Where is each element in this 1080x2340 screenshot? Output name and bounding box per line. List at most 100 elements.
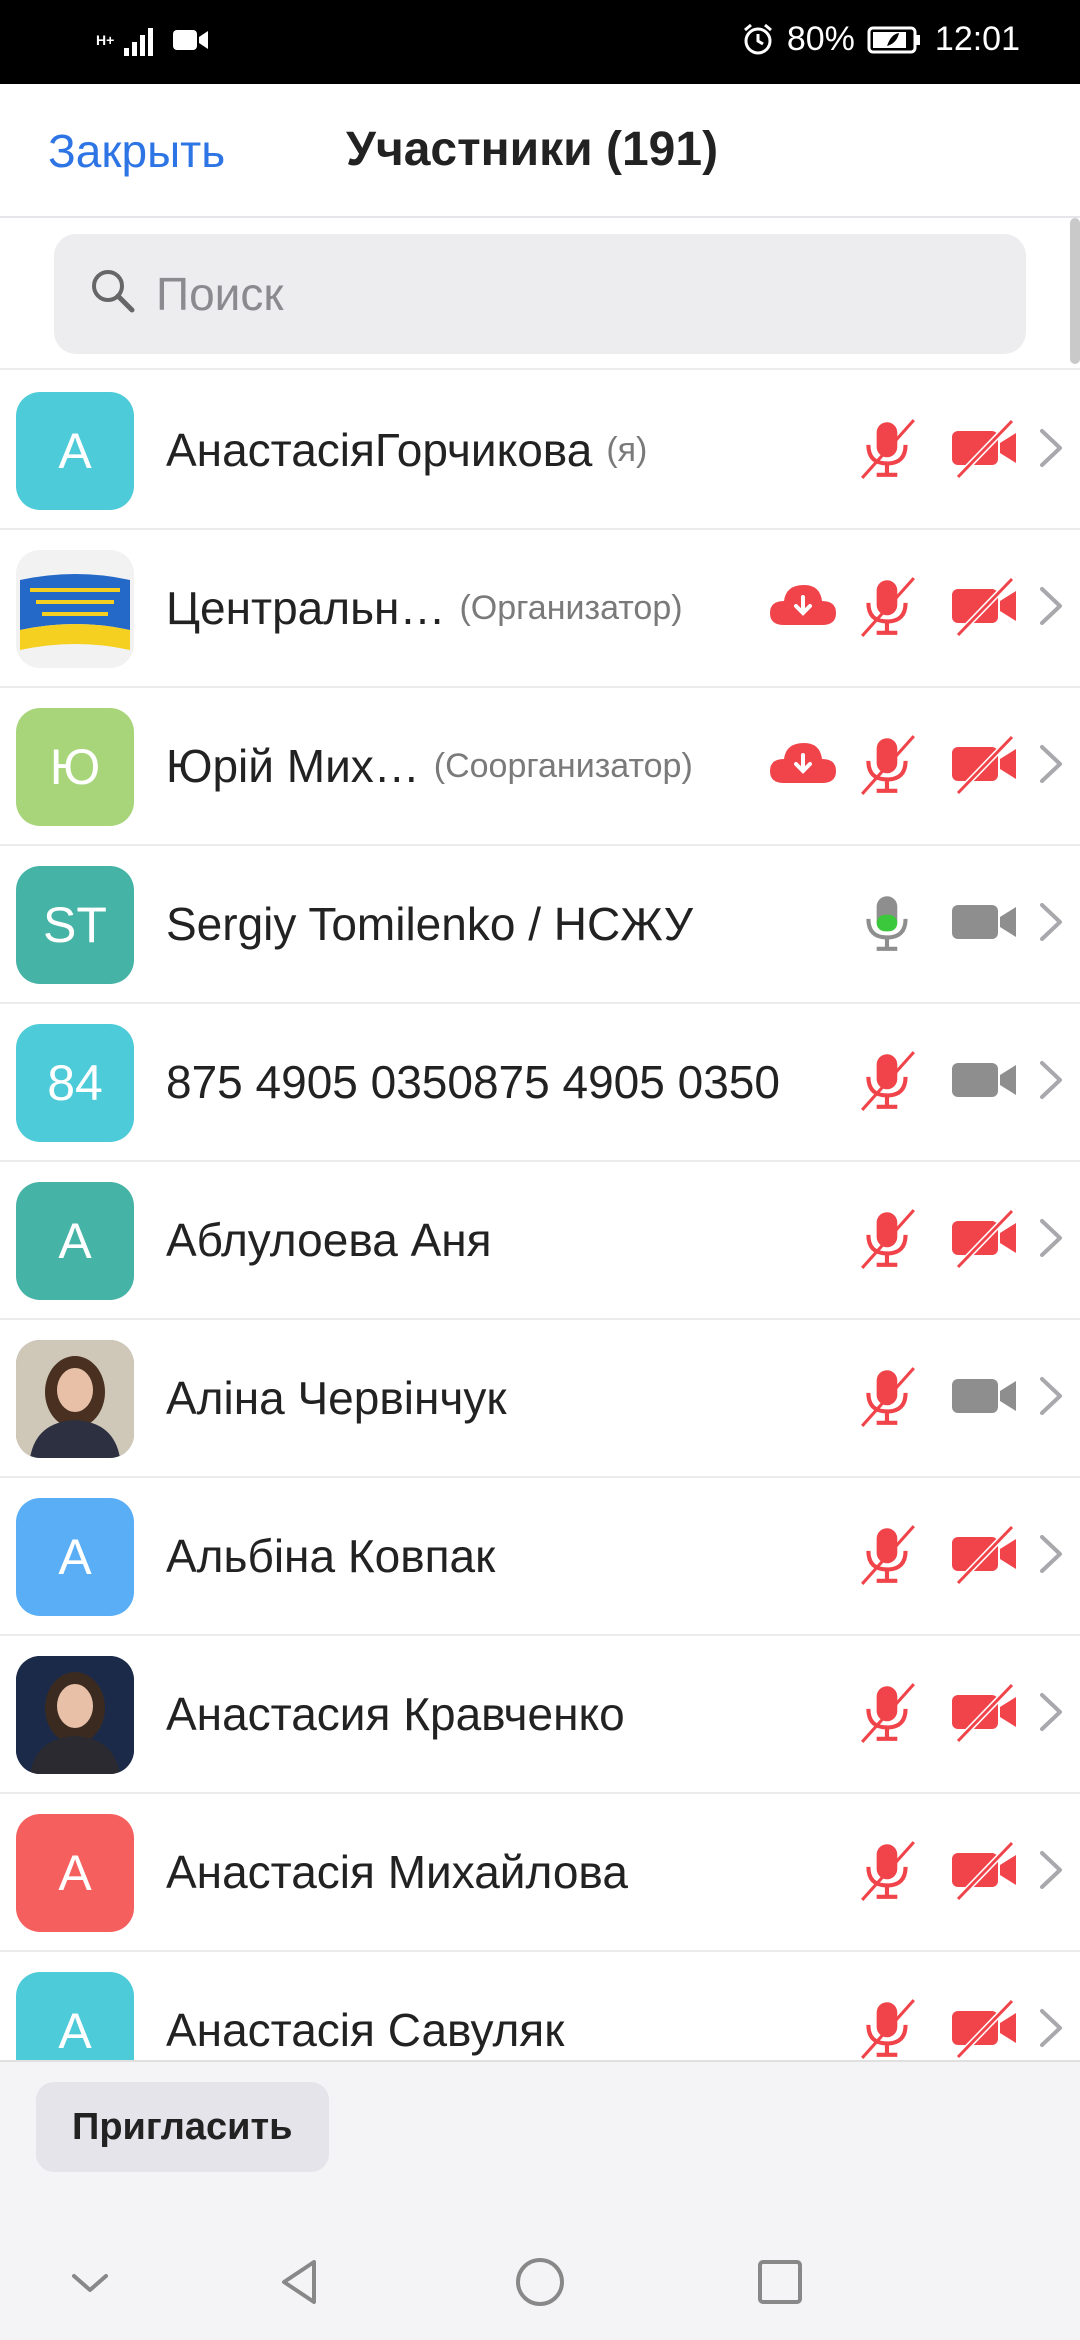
- chevron-right-icon[interactable]: [1036, 1689, 1066, 1740]
- video-camera-icon: [948, 889, 1020, 960]
- participant-row[interactable]: Ю Юрій Мих… (Соорганизатор): [0, 688, 1080, 846]
- cloud-recording-icon: [766, 579, 840, 638]
- avatar-initials: А: [58, 2003, 92, 2059]
- participant-row[interactable]: Центральн… (Организатор): [0, 530, 1080, 688]
- avatar-initials: А: [58, 1529, 92, 1585]
- participant-name: Sergiy Tomilenko / НСЖУ: [166, 898, 693, 950]
- video-camera-icon: [948, 1363, 1020, 1434]
- status-right: 80% 12:01: [741, 20, 1020, 59]
- participant-row[interactable]: А Аблулоева Аня: [0, 1162, 1080, 1320]
- participant-status-icons: [856, 372, 1080, 528]
- participant-status-icons: [856, 1794, 1080, 1950]
- microphone-icon: [856, 890, 920, 959]
- avatar: [16, 1656, 134, 1774]
- participant-row[interactable]: 84 875 4905 0350875 4905 0350: [0, 1004, 1080, 1162]
- signal-icon: [124, 28, 153, 56]
- chevron-right-icon[interactable]: [1036, 899, 1066, 950]
- participant-name: Анастасия Кравченко: [166, 1688, 625, 1740]
- microphone-muted-icon: [856, 732, 920, 801]
- microphone-muted-icon: [856, 1206, 920, 1275]
- participant-info: Анастасія Михайлова: [166, 1794, 628, 1950]
- participant-name: Анастасія Михайлова: [166, 1846, 628, 1898]
- chevron-right-icon[interactable]: [1036, 425, 1066, 476]
- participants-header: Закрыть Участники (191): [0, 84, 1080, 218]
- participant-status-icons: [766, 530, 1080, 686]
- participant-info: Центральн… (Организатор): [166, 530, 683, 686]
- participant-status-icons: [856, 1004, 1080, 1160]
- video-off-icon: [948, 415, 1020, 486]
- participant-info: Юрій Мих… (Соорганизатор): [166, 688, 693, 844]
- avatar-initials: А: [58, 1213, 92, 1269]
- chevron-right-icon[interactable]: [1036, 1847, 1066, 1898]
- participant-role: (я): [606, 430, 648, 469]
- microphone-muted-icon: [856, 1048, 920, 1117]
- video-camera-icon: [948, 1047, 1020, 1118]
- participant-name: 875 4905 0350875 4905 0350: [166, 1056, 780, 1108]
- recent-apps-icon[interactable]: [750, 2252, 810, 2312]
- chevron-right-icon[interactable]: [1036, 583, 1066, 634]
- close-button[interactable]: Закрыть: [48, 124, 225, 178]
- status-bar: H+ 80% 12:01: [0, 0, 1080, 84]
- microphone-muted-icon: [856, 1522, 920, 1591]
- participant-info: Анастасия Кравченко: [166, 1636, 625, 1792]
- participant-row[interactable]: А Альбіна Ковпак: [0, 1478, 1080, 1636]
- chevron-right-icon[interactable]: [1036, 741, 1066, 792]
- microphone-muted-icon: [856, 574, 920, 643]
- participant-status-icons: [856, 1320, 1080, 1476]
- avatar: А: [16, 392, 134, 510]
- bottom-toolbar: Пригласить: [0, 2060, 1080, 2222]
- battery-icon: [867, 26, 920, 53]
- participant-row[interactable]: А Анастасія Михайлова: [0, 1794, 1080, 1952]
- participant-row[interactable]: Анастасия Кравченко: [0, 1636, 1080, 1794]
- participant-info: Аблулоева Аня: [166, 1162, 492, 1318]
- video-off-icon: [948, 1521, 1020, 1592]
- video-off-icon: [948, 1205, 1020, 1276]
- participant-row[interactable]: ST Sergiy Tomilenko / НСЖУ: [0, 846, 1080, 1004]
- status-left: H+: [96, 22, 210, 58]
- avatar-initials: А: [58, 1845, 92, 1901]
- participant-list: А АнастасіяГорчикова (я) Центральн… (Организ…: [0, 372, 1080, 2060]
- video-recording-icon: [173, 30, 208, 50]
- participant-status-icons: [856, 1162, 1080, 1318]
- participant-row[interactable]: А АнастасіяГорчикова (я): [0, 372, 1080, 530]
- avatar-initials: Ю: [49, 739, 101, 795]
- microphone-muted-icon: [856, 1996, 920, 2061]
- avatar: 84: [16, 1024, 134, 1142]
- avatar: А: [16, 1498, 134, 1616]
- avatar-initials: 84: [47, 1055, 103, 1111]
- chevron-down-icon[interactable]: [60, 2252, 120, 2312]
- participant-name: Аблулоева Аня: [166, 1214, 492, 1266]
- participant-name: Юрій Мих…: [166, 740, 420, 792]
- scrollbar[interactable]: [1070, 218, 1080, 364]
- chevron-right-icon[interactable]: [1036, 1373, 1066, 1424]
- clock: 12:01: [934, 20, 1020, 58]
- microphone-muted-icon: [856, 1680, 920, 1749]
- chevron-right-icon[interactable]: [1036, 1057, 1066, 1108]
- participant-role: (Соорганизатор): [433, 746, 693, 785]
- invite-button[interactable]: Пригласить: [36, 2082, 329, 2172]
- back-icon[interactable]: [270, 2252, 330, 2312]
- alarm-icon: [743, 23, 772, 54]
- participant-info: АнастасіяГорчикова (я): [166, 372, 647, 528]
- network-type: H+: [96, 32, 115, 48]
- participant-status-icons: [766, 688, 1080, 844]
- participant-name: Центральн…: [166, 582, 446, 634]
- video-off-icon: [948, 1679, 1020, 1750]
- participant-info: Аліна Червінчук: [166, 1320, 507, 1476]
- participant-status-icons: [856, 1952, 1080, 2060]
- home-icon[interactable]: [510, 2252, 570, 2312]
- search-box[interactable]: [54, 234, 1026, 354]
- participant-row[interactable]: Аліна Червінчук: [0, 1320, 1080, 1478]
- participant-status-icons: [856, 846, 1080, 1002]
- participant-status-icons: [856, 1636, 1080, 1792]
- search-bar: [0, 218, 1080, 370]
- chevron-right-icon[interactable]: [1036, 1531, 1066, 1582]
- chevron-right-icon[interactable]: [1036, 2005, 1066, 2056]
- search-input[interactable]: [156, 258, 976, 330]
- chevron-right-icon[interactable]: [1036, 1215, 1066, 1266]
- avatar: ST: [16, 866, 134, 984]
- participant-role: (Организатор): [459, 588, 683, 627]
- avatar: [16, 1340, 134, 1458]
- cloud-recording-icon: [766, 737, 840, 796]
- participant-row[interactable]: А Анастасія Савуляк: [0, 1952, 1080, 2060]
